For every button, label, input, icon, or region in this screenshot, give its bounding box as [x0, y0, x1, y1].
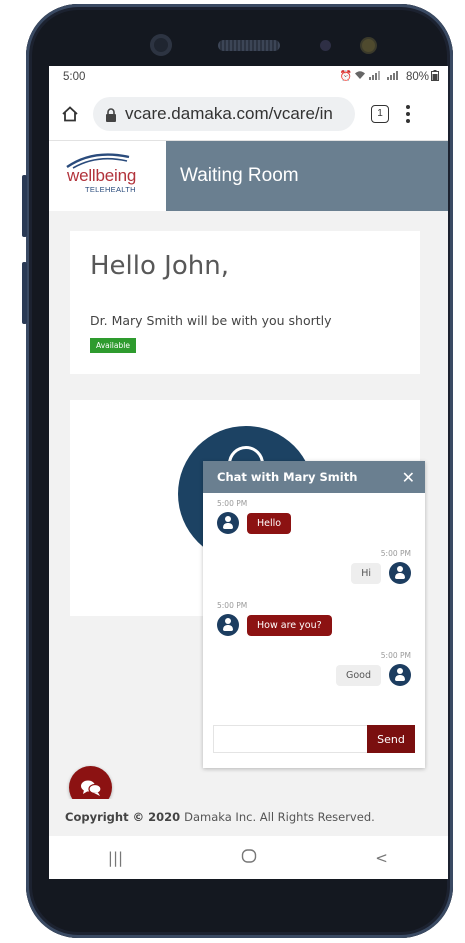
home-circle-icon[interactable]: [229, 848, 269, 867]
status-badge: Available: [90, 338, 136, 353]
chat-header: Chat with Mary Smith ✕: [203, 461, 425, 493]
user-avatar-icon: [389, 562, 411, 584]
lock-icon: [105, 107, 117, 122]
signal-icon: [386, 70, 402, 83]
message-time: 5:00 PM: [217, 499, 248, 508]
battery-level: 80%: [405, 70, 429, 83]
copyright-label: Copyright © 2020: [65, 809, 181, 824]
signal-icon: [368, 70, 384, 83]
phone-screen: 5:00 ⏰ 80% vcare.damaka.com/vcare/in 1 w…: [49, 66, 448, 879]
earpiece-speaker: [218, 40, 280, 51]
status-time: 5:00: [63, 70, 86, 83]
chat-message-incoming: 5:00 PM Hello: [217, 499, 292, 534]
chat-window: Chat with Mary Smith ✕ 5:00 PM Hello 5:0…: [203, 461, 425, 768]
message-time: 5:00 PM: [380, 651, 411, 660]
close-icon[interactable]: ✕: [402, 468, 415, 487]
copyright-text: Damaka Inc. All Rights Reserved.: [184, 809, 375, 824]
footer: Copyright © 2020 Damaka Inc. All Rights …: [49, 799, 448, 834]
doctor-status-message: Dr. Mary Smith will be with you shortly: [90, 313, 332, 328]
user-avatar-icon: [217, 512, 239, 534]
recents-icon[interactable]: |||: [96, 849, 136, 867]
status-bar: 5:00 ⏰ 80%: [49, 66, 448, 87]
status-icons: ⏰ 80%: [339, 69, 439, 84]
flash-sensor-icon: [362, 39, 375, 52]
chat-message-input[interactable]: [213, 725, 367, 753]
proximity-sensor-icon: [320, 40, 331, 51]
power-button: [22, 175, 27, 237]
header-bar: Waiting Room: [166, 141, 448, 211]
chat-message-incoming: 5:00 PM How are you?: [217, 601, 332, 636]
page-title: Waiting Room: [180, 165, 299, 186]
url-text: vcare.damaka.com/vcare/in: [125, 103, 333, 123]
logo[interactable]: wellbeing TELEHEALTH: [49, 141, 166, 211]
browser-toolbar: vcare.damaka.com/vcare/in 1: [49, 87, 448, 141]
user-avatar-icon: [217, 614, 239, 636]
message-bubble: Good: [335, 664, 381, 686]
wifi-icon: [354, 70, 366, 83]
volume-button: [22, 262, 27, 324]
chat-message-outgoing: 5:00 PM Good: [335, 651, 411, 686]
greeting-heading: Hello John,: [90, 251, 229, 281]
message-bubble: How are you?: [247, 614, 332, 636]
home-icon[interactable]: [59, 103, 81, 125]
chat-bubbles-icon: [80, 780, 102, 796]
message-bubble: Hi: [351, 562, 381, 584]
message-bubble: Hello: [247, 512, 292, 534]
message-time: 5:00 PM: [380, 549, 411, 558]
front-camera-icon: [150, 34, 172, 56]
tab-switcher-button[interactable]: 1: [371, 104, 389, 123]
app-header: wellbeing TELEHEALTH Waiting Room: [49, 141, 448, 211]
welcome-card: Hello John, Dr. Mary Smith will be with …: [70, 231, 420, 374]
android-nav-bar: ||| <: [49, 836, 448, 879]
battery-icon: [431, 69, 439, 84]
logo-text: wellbeing: [67, 166, 137, 185]
chat-title: Chat with Mary Smith: [217, 470, 358, 484]
chat-message-outgoing: 5:00 PM Hi: [351, 549, 411, 584]
back-icon[interactable]: <: [362, 849, 402, 867]
chat-compose: Send: [213, 725, 415, 753]
alarm-icon: ⏰: [339, 71, 352, 82]
logo-subtext: TELEHEALTH: [85, 185, 136, 194]
address-bar[interactable]: vcare.damaka.com/vcare/in: [93, 96, 355, 131]
user-avatar-icon: [389, 664, 411, 686]
send-button[interactable]: Send: [367, 725, 415, 753]
message-time: 5:00 PM: [217, 601, 248, 610]
overflow-menu-icon[interactable]: [405, 104, 411, 123]
